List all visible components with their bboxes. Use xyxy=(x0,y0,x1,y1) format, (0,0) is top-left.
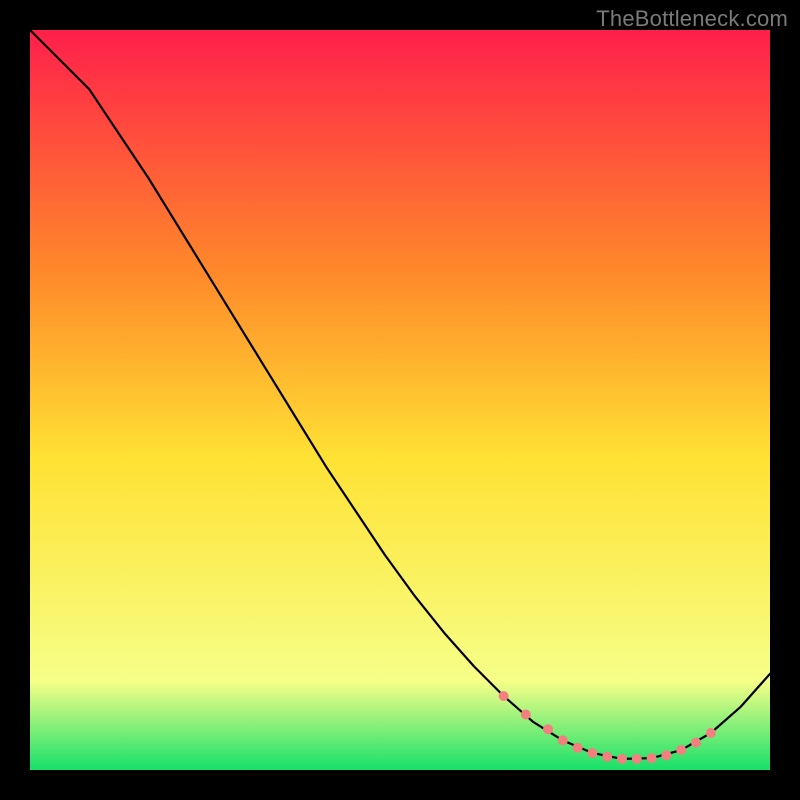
highlight-dot xyxy=(706,728,716,738)
highlight-dot xyxy=(558,735,568,745)
plot-background xyxy=(30,30,770,770)
highlight-dot xyxy=(676,745,686,755)
highlight-dot xyxy=(632,754,642,764)
watermark-text: TheBottleneck.com xyxy=(596,6,788,32)
highlight-dot xyxy=(587,748,597,758)
chart-plot xyxy=(30,30,770,770)
chart-frame: TheBottleneck.com xyxy=(0,0,800,800)
highlight-dot xyxy=(543,724,553,734)
highlight-dot xyxy=(573,743,583,753)
highlight-dot xyxy=(617,754,627,764)
highlight-dot xyxy=(602,752,612,762)
highlight-dot xyxy=(661,750,671,760)
highlight-dot xyxy=(521,710,531,720)
highlight-dot xyxy=(499,691,509,701)
highlight-dot xyxy=(691,738,701,748)
highlight-dot xyxy=(647,753,657,763)
